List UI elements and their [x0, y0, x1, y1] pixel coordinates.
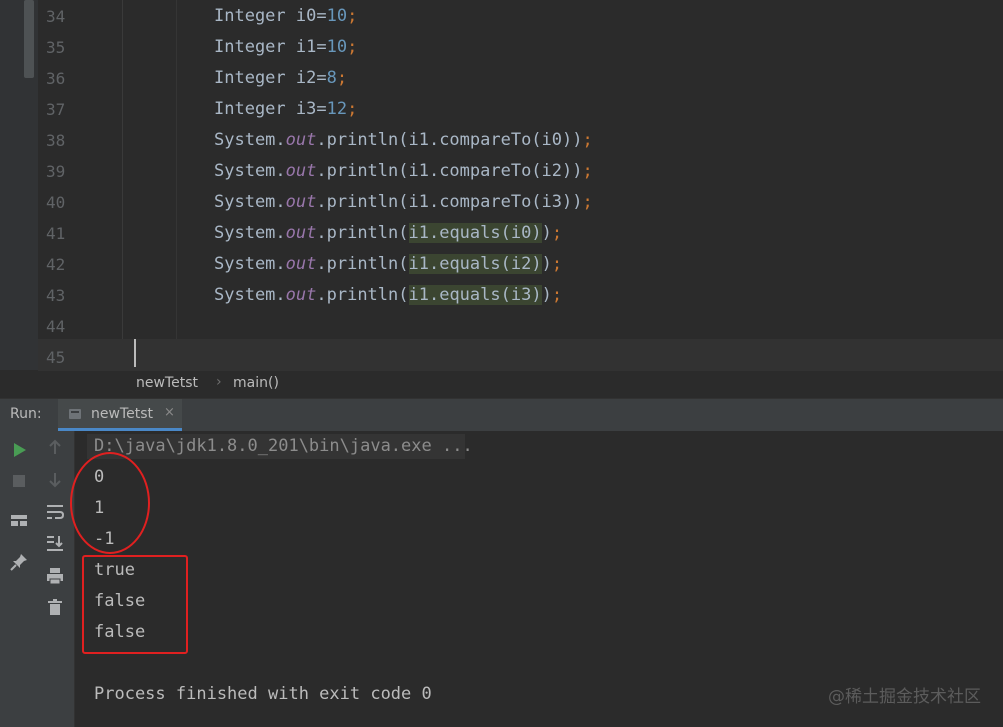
code-token: System. — [214, 223, 286, 243]
breadcrumb: newTetst › main() — [38, 370, 1003, 398]
code-token: ) — [541, 254, 552, 274]
line-number: 39 — [46, 162, 66, 181]
line-number: 41 — [46, 224, 66, 243]
gutter-divider — [122, 0, 123, 370]
run-toolbar-secondary — [37, 431, 75, 727]
editor-scroll-track — [0, 0, 38, 370]
text-caret — [134, 339, 136, 367]
code-token: Integer i3= — [214, 99, 327, 119]
run-label: Run: — [10, 406, 42, 422]
code-token: .println(i1.compareTo(i0)) — [316, 130, 583, 150]
code-token: System. — [214, 254, 286, 274]
print-icon[interactable] — [45, 566, 65, 586]
run-config-icon — [69, 409, 81, 419]
code-token: Integer i2= — [214, 68, 327, 88]
line-number: 38 — [46, 131, 66, 150]
tab-newtetst[interactable]: newTetst × — [58, 399, 182, 431]
semicolon: ; — [551, 285, 563, 305]
highlighted-expression: i1.equals(i0) — [408, 223, 542, 243]
number-literal: 12 — [326, 99, 348, 119]
code-token: .println( — [316, 285, 409, 305]
code-token: .println( — [316, 254, 409, 274]
pin-icon[interactable] — [9, 552, 29, 572]
line-number: 36 — [46, 69, 66, 88]
process-finished-message: Process finished with exit code 0 — [94, 684, 432, 704]
close-icon[interactable]: × — [164, 405, 175, 420]
code-token: ) — [541, 285, 552, 305]
line-number: 44 — [46, 317, 66, 336]
current-line-highlight — [38, 339, 1003, 370]
highlighted-expression: i1.equals(i3) — [408, 285, 542, 305]
soft-wrap-icon[interactable] — [45, 502, 65, 522]
code-line: System.out.println(i1.compareTo(i0)); — [214, 125, 593, 156]
red-ellipse-annotation — [70, 452, 150, 554]
code-line: Integer i0=10; — [214, 1, 357, 32]
code-token: System. — [214, 161, 286, 181]
semicolon: ; — [551, 223, 563, 243]
code-token: .println( — [316, 223, 409, 243]
code-token: Integer i0= — [214, 6, 327, 26]
code-token: Integer i1= — [214, 37, 327, 57]
line-number: 37 — [46, 100, 66, 119]
static-field: out — [285, 192, 317, 212]
code-token: ) — [541, 223, 552, 243]
highlighted-expression: i1.equals(i2) — [408, 254, 542, 274]
watermark: @稀土掘金技术社区 — [828, 687, 981, 707]
code-line: Integer i1=10; — [214, 32, 357, 63]
code-line: Integer i3=12; — [214, 94, 357, 125]
editor-scrollbar[interactable] — [24, 0, 34, 78]
line-number: 45 — [46, 348, 66, 367]
code-line: System.out.println(i1.equals(i3)); — [214, 280, 562, 311]
code-line: Integer i2=8; — [214, 63, 347, 94]
semicolon: ; — [347, 6, 358, 26]
java-command: D:\java\jdk1.8.0_201\bin\java.exe ... — [94, 436, 473, 456]
code-token: System. — [214, 130, 286, 150]
breadcrumb-class[interactable]: newTetst — [136, 375, 198, 391]
breadcrumb-separator: › — [216, 374, 222, 390]
line-number: 42 — [46, 255, 66, 274]
semicolon: ; — [582, 130, 593, 150]
semicolon: ; — [551, 254, 563, 274]
semicolon: ; — [347, 37, 358, 57]
code-editor[interactable]: 34 35 36 37 38 39 40 41 42 43 44 45 Inte… — [0, 0, 1003, 370]
code-token: .println(i1.compareTo(i2)) — [316, 161, 583, 181]
number-literal: 10 — [326, 37, 348, 57]
layout-icon[interactable] — [9, 511, 29, 531]
code-line: System.out.println(i1.equals(i0)); — [214, 218, 562, 249]
indent-guide — [176, 0, 177, 370]
code-line: System.out.println(i1.compareTo(i2)); — [214, 156, 593, 187]
stop-icon[interactable] — [9, 471, 29, 491]
arrow-up-icon[interactable] — [45, 437, 65, 457]
code-line: System.out.println(i1.equals(i2)); — [214, 249, 562, 280]
number-literal: 10 — [326, 6, 348, 26]
run-toolbar-primary — [0, 431, 37, 727]
semicolon: ; — [582, 192, 593, 212]
static-field: out — [285, 161, 317, 181]
static-field: out — [285, 223, 317, 243]
line-number: 43 — [46, 286, 66, 305]
code-line: System.out.println(i1.compareTo(i3)); — [214, 187, 593, 218]
line-number: 34 — [46, 7, 66, 26]
breadcrumb-method[interactable]: main() — [233, 375, 279, 391]
line-number: 35 — [46, 38, 66, 57]
run-tool-window-header: Run: newTetst × — [0, 398, 1003, 432]
static-field: out — [285, 130, 317, 150]
static-field: out — [285, 254, 317, 274]
semicolon: ; — [582, 161, 593, 181]
line-number: 40 — [46, 193, 66, 212]
trash-icon[interactable] — [45, 597, 65, 617]
scroll-to-end-icon[interactable] — [45, 533, 65, 553]
semicolon: ; — [336, 68, 348, 88]
code-token: System. — [214, 192, 286, 212]
number-literal: 8 — [326, 68, 337, 88]
semicolon: ; — [347, 99, 358, 119]
tab-label: newTetst — [91, 406, 153, 422]
red-box-annotation — [82, 555, 188, 654]
arrow-down-icon[interactable] — [45, 470, 65, 490]
code-token: .println(i1.compareTo(i3)) — [316, 192, 583, 212]
static-field: out — [285, 285, 317, 305]
code-token: System. — [214, 285, 286, 305]
play-icon[interactable] — [9, 440, 29, 460]
